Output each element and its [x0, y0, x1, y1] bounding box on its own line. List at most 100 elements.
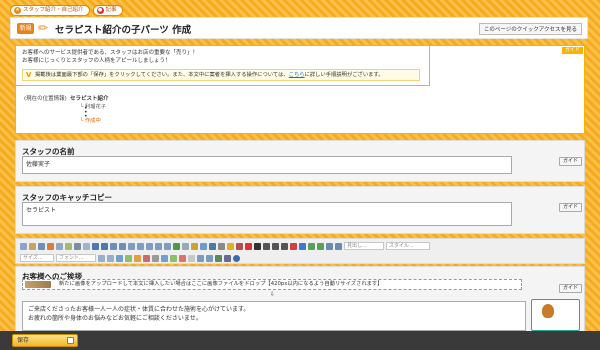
paste-text-icon[interactable]: [74, 242, 81, 250]
align-justify-icon[interactable]: [164, 242, 171, 250]
bold-icon[interactable]: [254, 242, 261, 250]
intro-text: お客様へのサービス提供者である、スタッフはお店の重要な「売り」！ お客様にじっく…: [22, 49, 198, 65]
hr-icon[interactable]: [218, 242, 225, 250]
toolbar-row-1: 見出し... スタイル...: [20, 242, 430, 250]
paste-word-icon[interactable]: [83, 242, 90, 250]
align-right-icon[interactable]: [155, 242, 162, 250]
size-select[interactable]: サイズ...: [20, 254, 54, 262]
location-current: セラピスト紹介: [70, 96, 109, 102]
text-color-icon[interactable]: [290, 242, 297, 250]
info-panel: お客様へのサービス提供者である、スタッフはお店の重要な「売り」！ お客様にじっく…: [15, 45, 585, 134]
intro-area: お客様へのサービス提供者である、スタッフはお店の重要な「売り」！ お客様にじっく…: [16, 46, 430, 86]
undo-icon[interactable]: [308, 242, 315, 250]
image-icon[interactable]: [200, 242, 207, 250]
heading-select[interactable]: 見出し...: [344, 242, 384, 250]
lock-icon: [67, 337, 74, 344]
align-left-icon[interactable]: [137, 242, 144, 250]
mascot-icon: [542, 304, 554, 318]
anchor-icon[interactable]: [191, 242, 198, 250]
location-label: (現在の位置情報): [24, 96, 67, 102]
mascot-tip-box: [531, 299, 580, 331]
find-icon[interactable]: [326, 242, 333, 250]
line-gray-icon[interactable]: [188, 254, 195, 262]
nav-pill-staff-intro[interactable]: ★ スタッフ紹介・自己紹介: [10, 5, 90, 16]
indent-icon[interactable]: [119, 242, 126, 250]
redo-icon[interactable]: [317, 242, 324, 250]
editor-line: お疲れの箇所や身体のお悩みなどお気軽にご相談くださいませ。: [28, 315, 202, 322]
tree-item-label: 作成中: [84, 118, 101, 124]
italic-icon[interactable]: [263, 242, 270, 250]
save-button[interactable]: 保存: [12, 334, 78, 347]
newpage-icon[interactable]: [38, 242, 45, 250]
staff-icon: ★: [14, 7, 21, 14]
link-icon[interactable]: [173, 242, 180, 250]
page-title: セラピスト紹介の子パーツ 作成: [55, 25, 192, 36]
clear-format-icon[interactable]: [224, 254, 231, 262]
blockquote-icon[interactable]: [128, 242, 135, 250]
toolbar-row-2: サイズ... フォント...: [20, 254, 240, 262]
table-icon[interactable]: [209, 242, 216, 250]
drop-hint: 新たに画像をアップロードして本文に挿入したい場合はここに画像ファイルをドロップ【…: [59, 281, 383, 287]
replace-icon[interactable]: [335, 242, 342, 250]
top-nav: ★ スタッフ紹介・自己紹介 ● 記事: [10, 5, 123, 17]
footer-bar: 保存: [0, 331, 600, 350]
bullet-list-icon[interactable]: [101, 242, 108, 250]
line-red-icon[interactable]: [179, 254, 186, 262]
style-select[interactable]: スタイル...: [386, 242, 430, 250]
box-orange-icon[interactable]: [134, 254, 141, 262]
editor-line: ご来店くださったお客様一人一人の症状・体質に合わせた施術を心がけています。: [28, 306, 250, 313]
template-icon[interactable]: [197, 254, 204, 262]
source-icon[interactable]: [20, 242, 27, 250]
map-icon[interactable]: [215, 254, 222, 262]
numbered-list-icon[interactable]: [92, 242, 99, 250]
underline-icon[interactable]: [272, 242, 279, 250]
intro-line: お客様へのサービス提供者である、スタッフはお店の重要な「売り」！: [22, 50, 198, 56]
bg-color-icon[interactable]: [299, 242, 306, 250]
guide-button[interactable]: ガイド: [559, 284, 582, 293]
staff-name-input[interactable]: 佐藤実子: [22, 156, 512, 174]
copy-icon[interactable]: [56, 242, 63, 250]
intro-line: お客様にじっくりとスタッフの人柄をアピールしましょう！: [22, 58, 171, 64]
youtube-icon[interactable]: [245, 242, 252, 250]
arrow-down-icon: ⇩: [270, 291, 276, 298]
save-note: V 掲載後は業面最下部の「保存」をクリックしてください。また、本文中に案者を挿入…: [22, 69, 420, 81]
image-drop-zone[interactable]: 新たに画像をアップロードして本文に挿入したい場合はここに画像ファイルをドロップ【…: [22, 279, 522, 290]
help-icon[interactable]: [233, 254, 240, 262]
cut-icon[interactable]: [47, 242, 54, 250]
tree-item-creating: └ 作成中: [80, 116, 101, 124]
guide-button[interactable]: ガイド: [559, 157, 582, 166]
staff-name-section: スタッフの名前 佐藤実子 ガイド: [15, 140, 585, 182]
nav-pill-label: スタッフ紹介・自己紹介: [23, 7, 84, 13]
guide-button[interactable]: ガイド: [559, 203, 582, 212]
new-badge: 新規: [17, 23, 34, 34]
catchcopy-input[interactable]: セラピスト: [22, 202, 512, 226]
line-green-icon[interactable]: [170, 254, 177, 262]
paste-icon[interactable]: [65, 242, 72, 250]
format-icon[interactable]: [98, 254, 105, 262]
catchcopy-section: スタッフのキャッチコピー セラピスト ガイド: [15, 186, 585, 234]
guide-tag[interactable]: ガイド: [561, 47, 583, 54]
special-char-icon[interactable]: [236, 242, 243, 250]
border-icon[interactable]: [107, 254, 114, 262]
align-center-icon[interactable]: [146, 242, 153, 250]
nav-pill-article[interactable]: ● 記事: [92, 5, 123, 16]
outdent-icon[interactable]: [110, 242, 117, 250]
help-link[interactable]: こちら: [289, 72, 305, 78]
strike-icon[interactable]: [281, 242, 288, 250]
save-icon[interactable]: [29, 242, 36, 250]
quick-access-button[interactable]: このページのクイックアクセスを見る: [478, 23, 582, 35]
note-text: に詳しい手順説明がございます。: [304, 72, 384, 78]
font-select[interactable]: フォント...: [56, 254, 96, 262]
box-blue-icon[interactable]: [116, 254, 123, 262]
box-gray-icon[interactable]: [152, 254, 159, 262]
box-green-icon[interactable]: [125, 254, 132, 262]
div-icon[interactable]: [206, 254, 213, 262]
unlink-icon[interactable]: [182, 242, 189, 250]
nav-pill-label: 記事: [105, 7, 117, 13]
smiley-icon[interactable]: [227, 242, 234, 250]
greeting-section: お客様へのご挨拶 新たに画像をアップロードして本文に挿入したい場合はここに画像フ…: [15, 266, 585, 332]
line-blue-icon[interactable]: [161, 254, 168, 262]
photo-thumbnail-icon: [25, 281, 51, 288]
box-red-icon[interactable]: [143, 254, 150, 262]
greeting-editor[interactable]: ご来店くださったお客様一人一人の症状・体質に合わせた施術を心がけています。 お疲…: [22, 301, 526, 331]
